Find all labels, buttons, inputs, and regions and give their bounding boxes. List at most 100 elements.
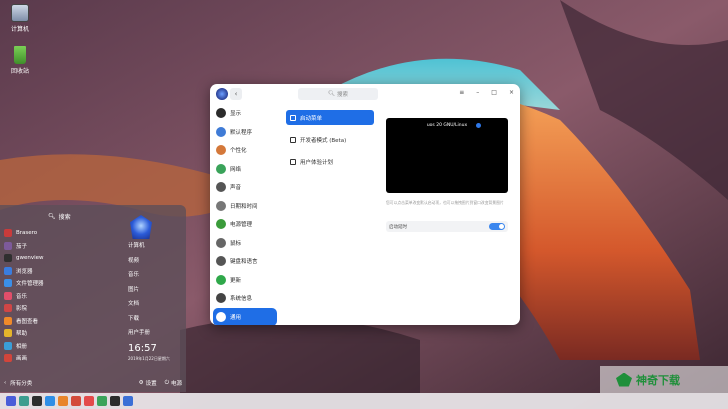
launcher-app-item[interactable]: 画画: [4, 352, 114, 365]
avatar[interactable]: [130, 215, 152, 239]
sidebar-item-icon: [216, 126, 226, 137]
subnav-item[interactable]: 用户体验计划: [286, 154, 374, 169]
chevron-left-icon[interactable]: ‹: [4, 380, 6, 386]
app-logo-icon: [216, 88, 228, 100]
launcher-app-item[interactable]: 茄子: [4, 240, 114, 253]
sidebar-item-icon: [216, 108, 226, 119]
launcher-app-label: 画画: [16, 356, 28, 363]
sidebar-item-label: 通用: [230, 314, 242, 321]
launcher-side-panel: 计算机 视频 音乐 图片 文档 下载 用户手册 16:57 2019年1月22日星期六: [128, 215, 184, 362]
sidebar-item[interactable]: 键盘和语言: [210, 252, 280, 271]
launcher-link[interactable]: 图片: [128, 283, 184, 298]
launcher-app-item[interactable]: 影院: [4, 302, 114, 315]
launcher-link[interactable]: 视频: [128, 254, 184, 269]
launcher-app-item[interactable]: 相册: [4, 340, 114, 353]
settings-button[interactable]: ⚙ 设置: [139, 379, 157, 387]
sidebar-item[interactable]: 通用: [213, 307, 277, 325]
sidebar-item-label: 电源管理: [230, 222, 253, 229]
launcher-icon[interactable]: [6, 396, 16, 406]
launcher-app-label: Brasero: [16, 230, 38, 237]
mail-icon[interactable]: [71, 396, 81, 406]
launcher-app-item[interactable]: Brasero: [4, 227, 114, 240]
startup-delay-toggle[interactable]: [489, 223, 505, 230]
terminal-icon[interactable]: [32, 396, 42, 406]
sidebar-item-label: 系统信息: [230, 296, 253, 303]
browser-icon[interactable]: [58, 396, 68, 406]
sidebar-item[interactable]: 网络: [210, 160, 280, 179]
launcher-footer: ‹ 所有分类 ⚙ 设置 ⏻ 电源: [4, 377, 182, 389]
sidebar-item[interactable]: 日期和时间: [210, 197, 280, 216]
launcher-date: 2019年1月22日星期六: [128, 355, 170, 361]
boot-menu-preview[interactable]: uos 20 GNU/Linux: [386, 118, 508, 193]
multitask-icon[interactable]: [19, 396, 29, 406]
maximize-button[interactable]: □: [491, 89, 497, 96]
subnav-item-label: 开发者模式 (Beta): [300, 137, 347, 144]
sidebar-item[interactable]: 个性化: [210, 141, 280, 160]
sidebar-item-label: 个性化: [230, 148, 247, 155]
menu-button[interactable]: ≡: [459, 89, 464, 96]
launcher-app-item[interactable]: 浏览器: [4, 265, 114, 278]
trash-icon: [14, 46, 26, 64]
app-icon: [4, 316, 12, 325]
launcher-app-list: Brasero 茄子 gwenview 浏览器 文件管理器音乐影院 看图查看 帮助相册画画: [4, 227, 114, 365]
sidebar-item-icon: [216, 200, 226, 211]
watermark: 神奇下载: [600, 366, 728, 393]
settings-icon[interactable]: [123, 396, 133, 406]
sidebar-item-icon: [216, 219, 226, 230]
store-icon[interactable]: [110, 396, 120, 406]
launcher-app-item[interactable]: 帮助: [4, 327, 114, 340]
calendar-icon[interactable]: [84, 396, 94, 406]
desktop-icon-computer[interactable]: 计算机: [5, 4, 35, 33]
subnav-item-icon: [290, 158, 296, 165]
launcher-link[interactable]: 文档: [128, 297, 184, 312]
sidebar-item[interactable]: 显示: [210, 104, 280, 123]
sidebar-item[interactable]: 默认程序: [210, 123, 280, 142]
launcher-link[interactable]: 计算机: [128, 239, 184, 254]
launcher-link[interactable]: 音乐: [128, 268, 184, 283]
minimize-button[interactable]: –: [476, 89, 479, 96]
sidebar-item-icon: [216, 237, 226, 248]
launcher-app-item[interactable]: 音乐: [4, 290, 114, 303]
back-button[interactable]: ‹: [230, 88, 242, 100]
app-icon: [4, 354, 12, 363]
startup-delay-label: 启动延时: [389, 224, 407, 230]
power-button[interactable]: ⏻ 电源: [165, 379, 182, 388]
sidebar-item-label: 键盘和语言: [230, 259, 258, 266]
launcher-app-label: 相册: [16, 343, 28, 350]
search-icon: 🔍︎: [328, 91, 335, 97]
subnav-item-label: 用户体验计划: [300, 159, 334, 166]
gear-icon: ⚙: [138, 380, 144, 386]
subnav-item[interactable]: 启动菜单: [286, 110, 374, 125]
app-icon: [4, 266, 12, 275]
music-icon[interactable]: [97, 396, 107, 406]
watermark-logo-icon: [616, 372, 632, 387]
launcher-search[interactable]: 🔍︎ 搜索: [48, 210, 118, 222]
desktop-icon-label: 回收站: [10, 68, 29, 75]
launcher-app-item[interactable]: gwenview: [4, 252, 114, 265]
subnav-item[interactable]: 开发者模式 (Beta): [286, 132, 374, 147]
all-categories-button[interactable]: 所有分类: [10, 379, 32, 387]
close-button[interactable]: ×: [509, 89, 514, 96]
launcher-app-item[interactable]: 看图查看: [4, 315, 114, 328]
sidebar-item[interactable]: 电源管理: [210, 215, 280, 234]
app-icon: [4, 291, 12, 300]
sidebar-item[interactable]: 系统信息: [210, 289, 280, 308]
sidebar-item[interactable]: 更新: [210, 271, 280, 290]
sidebar-item-icon: [216, 182, 226, 193]
sidebar-item-icon: [216, 256, 226, 267]
launcher-app-item[interactable]: 文件管理器: [4, 277, 114, 290]
sidebar-item-label: 日期和时间: [230, 203, 258, 210]
sidebar-item[interactable]: 鼠标: [210, 234, 280, 253]
selected-entry-icon: [476, 123, 481, 128]
app-icon: [4, 279, 12, 288]
file-manager-icon[interactable]: [45, 396, 55, 406]
launcher-app-label: 茄子: [16, 243, 28, 250]
search-input[interactable]: 🔍︎ 搜索: [298, 88, 378, 100]
desktop-icon-trash[interactable]: 回收站: [5, 46, 35, 75]
launcher-link[interactable]: 用户手册: [128, 326, 184, 341]
launcher-link[interactable]: 下载: [128, 312, 184, 327]
sidebar-item[interactable]: 声音: [210, 178, 280, 197]
startup-delay-row: 启动延时: [386, 221, 508, 232]
launcher-app-label: 音乐: [16, 293, 28, 300]
app-icon: [4, 254, 12, 263]
